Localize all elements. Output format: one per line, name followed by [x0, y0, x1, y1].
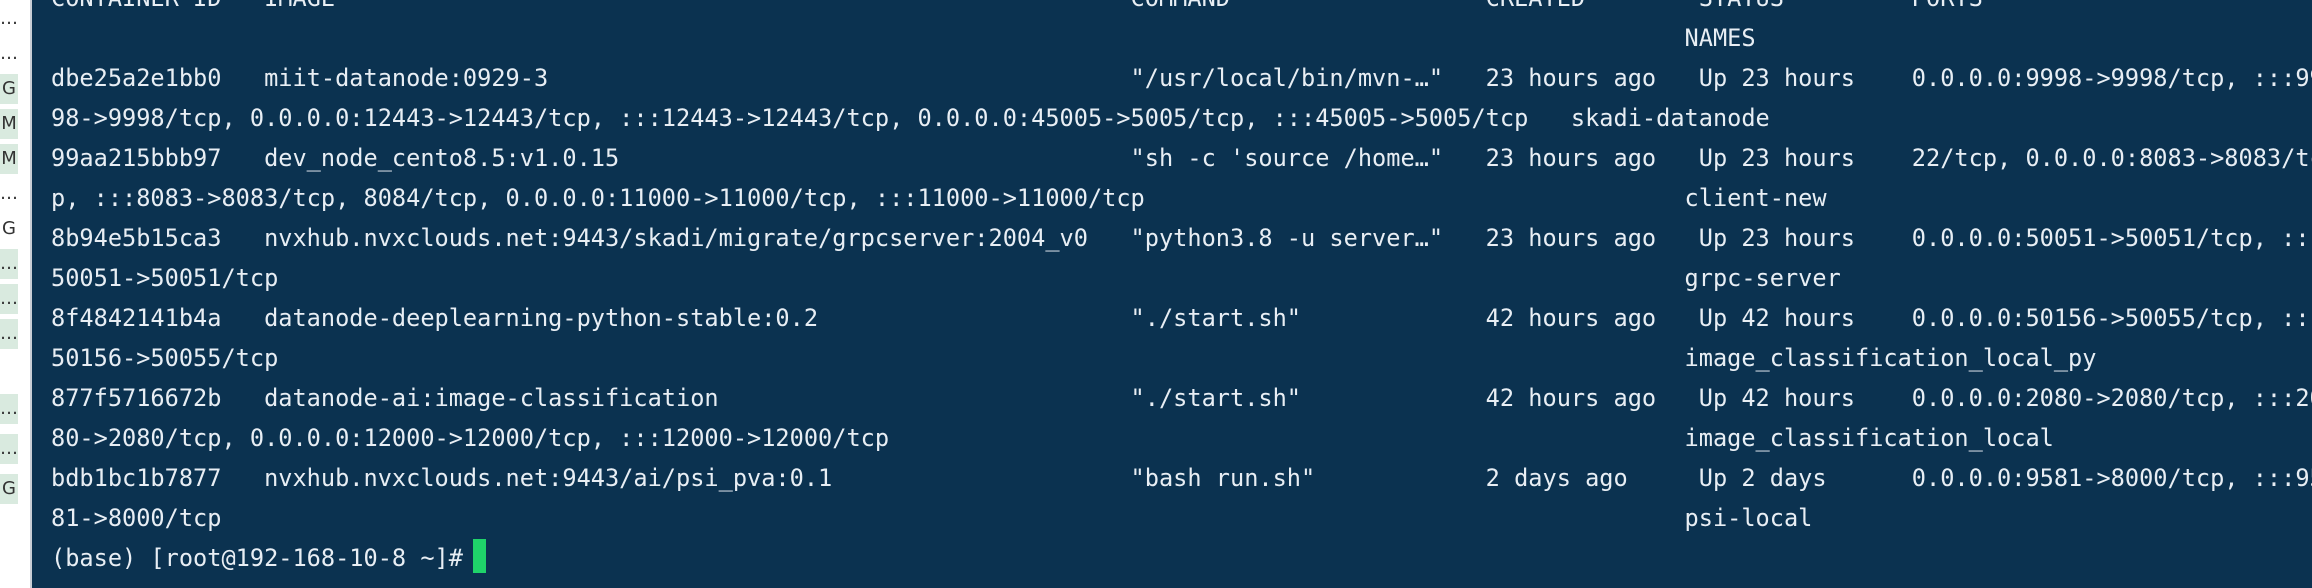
strip-glyph: … — [0, 8, 18, 29]
strip-glyph: … — [0, 319, 18, 349]
terminal-line: 99aa215bbb97 dev_node_cento8.5:v1.0.15 "… — [51, 144, 2312, 172]
terminal-output: CONTAINER ID IMAGE COMMAND CREATED STATU… — [51, 0, 2312, 578]
terminal-line: 50156->50055/tcp image_classification_lo… — [51, 344, 2097, 372]
terminal-line: 80->2080/tcp, 0.0.0.0:12000->12000/tcp, … — [51, 424, 2054, 452]
strip-glyph: G — [2, 218, 16, 239]
strip-glyph: … — [0, 284, 18, 314]
terminal-line: 8f4842141b4a datanode-deeplearning-pytho… — [51, 304, 2312, 332]
terminal-line: 81->8000/tcp psi-local — [51, 504, 1813, 532]
terminal-line: 98->9998/tcp, 0.0.0.0:12443->12443/tcp, … — [51, 104, 1770, 132]
terminal-line: 8b94e5b15ca3 nvxhub.nvxclouds.net:9443/s… — [51, 224, 2312, 252]
prompt-line[interactable]: (base) [root@192-168-10-8 ~]# — [51, 538, 2312, 578]
terminal-header-line: CONTAINER ID IMAGE COMMAND CREATED STATU… — [51, 0, 2312, 18]
adjacent-window-strip: … … G M M … G … … … … … G — [0, 0, 32, 588]
strip-glyph: … — [0, 43, 18, 64]
strip-glyph: … — [0, 249, 18, 279]
terminal-line: p, :::8083->8083/tcp, 8084/tcp, 0.0.0.0:… — [51, 184, 1827, 212]
strip-glyph: … — [0, 394, 18, 424]
terminal-line: bdb1bc1b7877 nvxhub.nvxclouds.net:9443/a… — [51, 464, 2312, 492]
terminal-line: dbe25a2e1bb0 miit-datanode:0929-3 "/usr/… — [51, 64, 2312, 92]
shell-prompt: (base) [root@192-168-10-8 ~]# — [51, 544, 463, 572]
terminal-line: 877f5716672b datanode-ai:image-classific… — [51, 384, 2312, 412]
strip-glyph: G — [0, 74, 18, 104]
text-cursor — [472, 539, 486, 573]
terminal-window[interactable]: CONTAINER ID IMAGE COMMAND CREATED STATU… — [32, 0, 2312, 588]
strip-glyph: M — [0, 144, 18, 174]
strip-glyph: G — [0, 474, 18, 504]
strip-glyph: M — [0, 109, 18, 139]
terminal-header-line: NAMES — [51, 24, 1756, 52]
strip-glyph: … — [0, 183, 18, 204]
strip-glyph: … — [0, 434, 18, 464]
terminal-line: 50051->50051/tcp grpc-server — [51, 264, 1841, 292]
